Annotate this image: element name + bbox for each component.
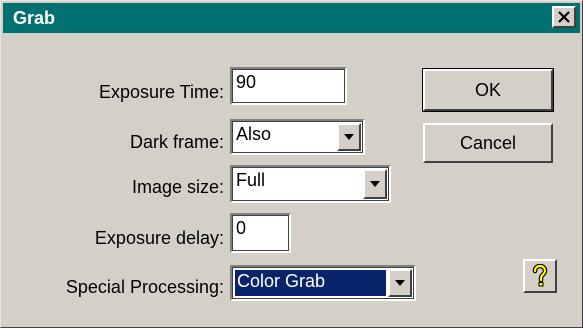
special-processing-value: Color Grab (237, 271, 326, 291)
cancel-button[interactable]: Cancel (423, 123, 553, 163)
image-size-label: Image size: (131, 177, 224, 197)
exposure-delay-input[interactable]: 0 (230, 213, 291, 253)
exposure-time-value: 90 (236, 72, 257, 92)
title-bar[interactable]: Grab (3, 3, 580, 33)
special-processing-selected: Color Grab (235, 270, 386, 296)
exposure-delay-value: 0 (236, 218, 247, 238)
grab-dialog: Grab Exposure Time: 90 Dark frame: Also … (0, 0, 583, 328)
exposure-delay-label: Exposure delay: (94, 228, 224, 248)
window-title: Grab (13, 8, 56, 28)
exposure-time-input[interactable]: 90 (230, 67, 347, 105)
special-processing-label: Special Processing: (65, 277, 224, 297)
question-mark-icon (532, 264, 548, 287)
help-button[interactable] (523, 259, 557, 293)
image-size-dropdown-button[interactable] (363, 169, 387, 199)
ok-button-label: OK (474, 79, 501, 100)
exposure-time-label: Exposure Time: (98, 82, 224, 102)
image-size-select[interactable]: Full (230, 165, 391, 203)
special-processing-dropdown-button[interactable] (388, 269, 412, 297)
chevron-down-icon (370, 181, 380, 187)
ok-button[interactable]: OK (422, 68, 554, 112)
cancel-button-label: Cancel (459, 132, 517, 153)
special-processing-select[interactable]: Color Grab (230, 265, 416, 301)
dark-frame-value: Also (236, 124, 272, 144)
close-icon (558, 11, 570, 23)
chevron-down-icon (395, 280, 405, 286)
dark-frame-label: Dark frame: (129, 132, 224, 152)
dark-frame-select[interactable]: Also (230, 119, 365, 155)
chevron-down-icon (344, 134, 354, 140)
close-button[interactable] (552, 6, 576, 28)
dark-frame-dropdown-button[interactable] (337, 123, 361, 151)
image-size-value: Full (236, 170, 266, 190)
